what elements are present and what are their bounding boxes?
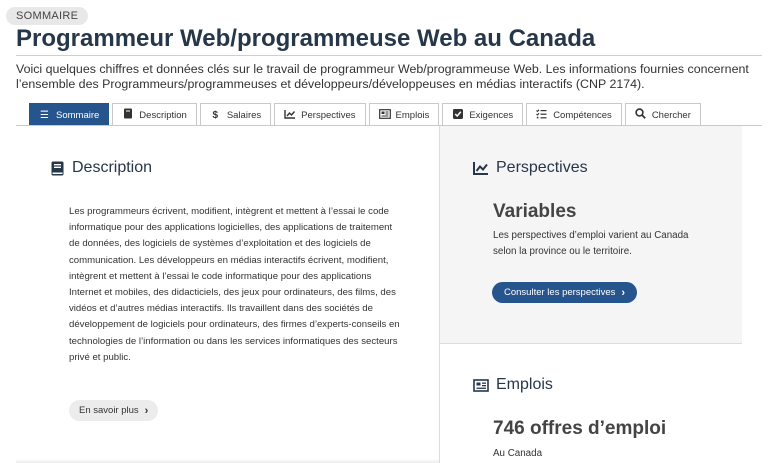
tab-description[interactable]: Description [112, 103, 197, 126]
tab-label: Emplois [395, 109, 430, 121]
tab-label: Sommaire [56, 109, 100, 121]
check-square-icon [452, 108, 463, 122]
learn-more-button[interactable]: En savoir plus › [69, 400, 159, 421]
list-icon: ☰ [40, 109, 49, 121]
book-icon [122, 108, 133, 122]
newspaper-icon [378, 108, 391, 122]
column-divider [439, 126, 440, 463]
perspectives-heading: Perspectives [473, 159, 588, 177]
perspectives-value: Variables [493, 201, 577, 222]
emplois-heading: Emplois [473, 376, 553, 394]
perspectives-text: Les perspectives d’emploi varient au Can… [493, 230, 689, 257]
job-offers-count: 746 offres d’emploi [493, 418, 667, 439]
tab-label: Perspectives [301, 109, 356, 121]
description-text: Les programmeurs écrivent, modifient, in… [69, 206, 400, 363]
row-divider [440, 343, 742, 344]
job-location: Au Canada [493, 448, 543, 459]
search-icon [635, 108, 646, 122]
chevron-right-icon: › [621, 286, 626, 299]
tab-perspectives[interactable]: Perspectives [274, 103, 366, 126]
chart-line-icon [284, 109, 296, 122]
emplois-heading-label: Emplois [496, 376, 553, 393]
tab-sommaire[interactable]: ☰ Sommaire [29, 103, 110, 126]
tab-label: Description [139, 109, 187, 121]
section-badge: SOMMAIRE [6, 7, 89, 25]
page-title: Programmeur Web/programmeuse Web au Cana… [16, 25, 596, 52]
tab-emplois[interactable]: Emplois [368, 103, 440, 126]
tab-salaires[interactable]: $ Salaires [199, 103, 272, 126]
description-heading: Description [49, 159, 152, 177]
tab-label: Compétences [553, 109, 612, 121]
newspaper-icon [473, 377, 489, 393]
tab-exigences[interactable]: Exigences [442, 103, 524, 126]
view-perspectives-button[interactable]: Consulter les perspectives › [492, 282, 638, 303]
panel-shadow [16, 459, 439, 463]
view-perspectives-label: Consulter les perspectives [504, 287, 616, 298]
perspectives-heading-label: Perspectives [496, 159, 588, 176]
tab-label: Exigences [469, 109, 514, 121]
tab-label: Chercher [651, 109, 691, 121]
tab-bar: ☰ Sommaire Description $ Salaires Perspe… [29, 103, 704, 126]
intro-text: Voici quelques chiffres et données clés … [16, 62, 749, 91]
tab-chercher[interactable]: Chercher [624, 103, 701, 126]
title-divider [16, 55, 762, 56]
book-icon [49, 160, 65, 176]
chevron-right-icon: › [144, 404, 149, 417]
learn-more-label: En savoir plus [79, 405, 139, 416]
chart-line-icon [473, 160, 489, 176]
tab-label: Salaires [226, 109, 262, 121]
emplois-panel [440, 344, 742, 463]
dollar-icon: $ [212, 109, 219, 121]
tasks-icon [536, 108, 547, 122]
tab-competences[interactable]: Compétences [526, 103, 622, 126]
description-heading-label: Description [72, 159, 153, 176]
